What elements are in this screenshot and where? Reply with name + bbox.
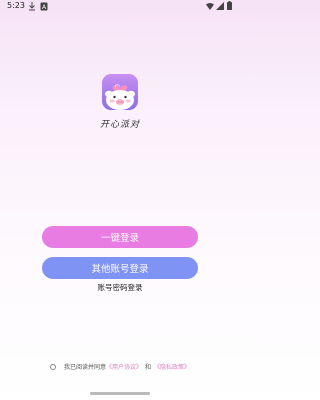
download-icon	[29, 2, 35, 11]
agreement-row: 我已阅读并同意 《用户协议》 和 《隐私政策》	[0, 362, 240, 371]
user-agreement-link[interactable]: 《用户协议》	[106, 362, 142, 371]
pig-heart-logo-icon	[102, 74, 138, 110]
privacy-policy-link[interactable]: 《隐私政策》	[154, 362, 190, 371]
status-time: 5:23	[7, 1, 25, 10]
wifi-icon	[206, 3, 214, 10]
agreement-prefix: 我已阅读并同意	[63, 364, 106, 371]
other-account-login-button[interactable]: 其他账号登录	[42, 257, 198, 279]
one-click-login-button[interactable]: 一键登录	[42, 226, 198, 248]
notification-icon: A	[40, 2, 48, 11]
app-name: 开心派对	[99, 120, 140, 130]
battery-icon	[227, 1, 232, 10]
agreement-conjunction: 和	[145, 364, 152, 371]
status-bar: 5:23 A	[0, 0, 240, 14]
gesture-nav-bar[interactable]	[90, 392, 150, 395]
signal-icon	[216, 2, 224, 10]
agreement-checkbox[interactable]	[49, 363, 56, 370]
password-login-link[interactable]: 账号密码登录	[0, 282, 240, 293]
